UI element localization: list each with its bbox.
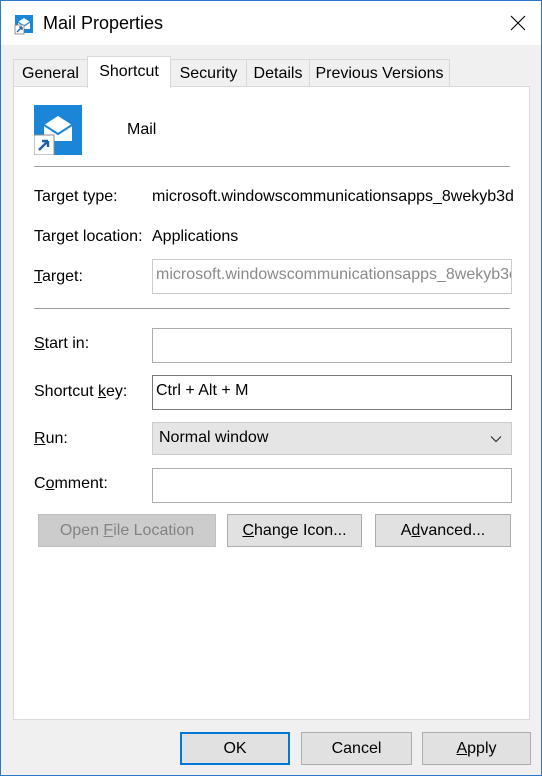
app-name: Mail [127, 121, 157, 138]
apply-button[interactable]: Apply [422, 732, 531, 765]
tab-shortcut[interactable]: Shortcut [87, 56, 171, 88]
shortcut-panel: Mail Target type: microsoft.windowscommu… [13, 86, 530, 720]
close-icon [510, 15, 526, 31]
run-select[interactable]: Normal window [152, 422, 512, 455]
tab-general[interactable]: General [13, 59, 88, 87]
close-button[interactable] [495, 1, 541, 45]
cancel-button[interactable]: Cancel [301, 732, 412, 765]
run-label: Run: [34, 430, 68, 447]
target-type-value: microsoft.windowscommunicationsapps_8wek… [152, 188, 514, 205]
open-file-location-button[interactable]: Open File Location [38, 514, 216, 547]
divider [34, 308, 510, 309]
divider [34, 166, 510, 167]
start-in-field[interactable] [152, 328, 512, 363]
window-title: Mail Properties [43, 13, 164, 33]
shortcut-key-label: Shortcut key: [34, 383, 128, 400]
title-bar[interactable]: Mail Properties [1, 1, 541, 45]
start-in-label: Start in: [34, 335, 90, 352]
run-select-value: Normal window [159, 429, 269, 446]
target-label: Target: [34, 268, 83, 285]
change-icon-button[interactable]: Change Icon... [227, 514, 362, 547]
target-field[interactable]: microsoft.windowscommunicationsapps_8wek… [152, 259, 512, 294]
tab-security[interactable]: Security [170, 59, 247, 87]
tab-details[interactable]: Details [246, 59, 310, 87]
mail-properties-window: Mail Properties General Shortcut Securit… [0, 0, 542, 776]
target-location-label: Target location: [34, 228, 143, 245]
tab-previous-versions[interactable]: Previous Versions [309, 59, 450, 87]
mail-shortcut-icon [14, 15, 33, 35]
chevron-down-icon [490, 436, 502, 443]
mail-app-icon [34, 105, 82, 155]
ok-button[interactable]: OK [180, 732, 290, 765]
shortcut-key-field[interactable]: Ctrl + Alt + M [152, 375, 512, 410]
target-type-label: Target type: [34, 188, 118, 205]
target-location-value: Applications [152, 228, 239, 245]
comment-label: Comment: [34, 475, 108, 492]
advanced-button[interactable]: Advanced... [375, 514, 511, 547]
comment-field[interactable] [152, 468, 512, 503]
